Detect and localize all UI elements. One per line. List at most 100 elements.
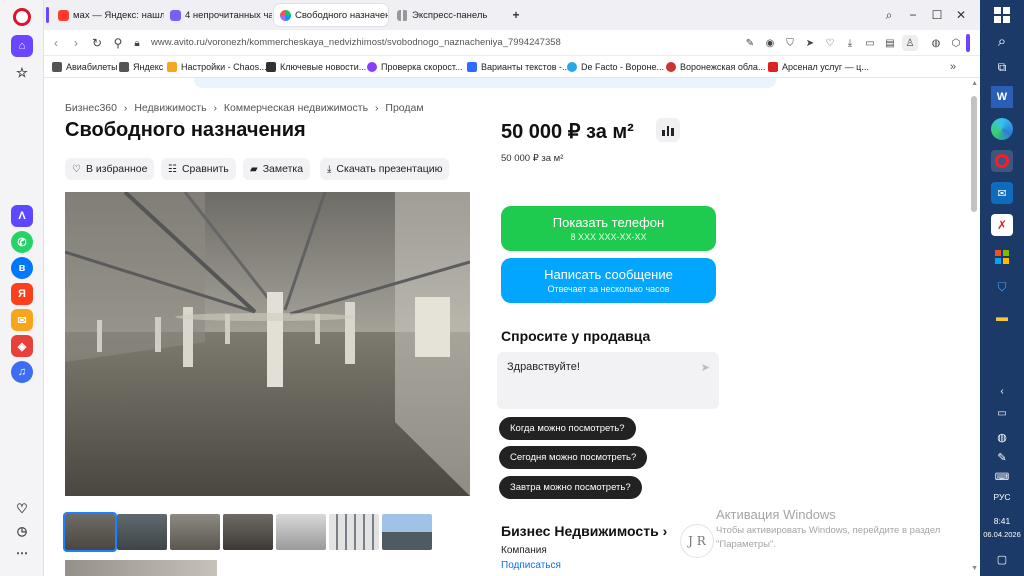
back-icon[interactable]: ‹ <box>48 35 64 51</box>
photo-thumbnail[interactable] <box>223 514 273 550</box>
store-icon[interactable] <box>991 246 1013 268</box>
file-explorer-icon[interactable]: ▬ <box>991 306 1013 328</box>
search-tabs-icon[interactable]: ⌕ <box>880 6 898 24</box>
subscribe-link[interactable]: Подписаться <box>501 560 561 571</box>
tab-yandex[interactable]: мах — Яндекс: нашлось <box>52 4 164 26</box>
opera-taskbar-icon[interactable] <box>991 150 1013 172</box>
quick-question-chip[interactable]: Сегодня можно посмотреть? <box>499 446 648 469</box>
scroll-up-icon[interactable]: ▲ <box>971 80 978 87</box>
photo-thumbnail[interactable] <box>329 514 379 550</box>
reload-icon[interactable]: ↻ <box>89 35 105 51</box>
bookmark-item[interactable]: Варианты текстов -... <box>467 60 569 74</box>
clock-date[interactable]: 06.04.2026 <box>980 530 1024 539</box>
breadcrumb-item[interactable]: Продам <box>385 102 423 114</box>
send-icon[interactable]: ➤ <box>802 35 818 51</box>
bookmark-item[interactable]: Ключевые новости... <box>266 60 366 74</box>
page-scrollbar[interactable]: ▲ ▼ <box>968 78 980 576</box>
breadcrumb-item[interactable]: Недвижимость <box>134 102 206 114</box>
bookmark-item[interactable]: Проверка скорост... <box>367 60 463 74</box>
photo-thumbnail[interactable] <box>170 514 220 550</box>
photo-thumbnail[interactable] <box>382 514 432 550</box>
battery-icon[interactable]: ▭ <box>991 402 1013 424</box>
keyboard-icon[interactable]: ⌨ <box>991 466 1013 488</box>
more-icon[interactable]: ⋯ <box>11 542 33 564</box>
bookmark-item[interactable]: Настройки - Chaos... <box>167 60 267 74</box>
breadcrumb-item[interactable]: Бизнес360 <box>65 102 117 114</box>
edge-icon[interactable] <box>991 118 1013 140</box>
bookmarks-star-icon[interactable]: ☆ <box>11 62 33 84</box>
box-icon[interactable]: ⬡ <box>948 35 964 51</box>
mail-icon[interactable]: ✉ <box>11 309 33 331</box>
pen-icon[interactable]: ✎ <box>991 446 1013 468</box>
compare-button[interactable]: ☷ Сравнить <box>161 158 236 180</box>
seller-name-link[interactable]: Бизнес Недвижимость › <box>501 523 667 539</box>
location-pin-icon[interactable]: ⚲ <box>110 35 126 51</box>
minimize-button[interactable]: − <box>904 6 922 24</box>
windows-start-icon[interactable] <box>991 4 1013 26</box>
yandex-icon[interactable]: Я <box>11 283 33 305</box>
word-icon[interactable]: W <box>991 86 1013 108</box>
tab-avito[interactable]: Свободного назначения <box>274 4 388 26</box>
extensions-icon[interactable]: ▤ <box>882 35 898 51</box>
ask-seller-input[interactable]: Здравствуйте! ➤ <box>497 352 719 409</box>
home-icon[interactable]: ⌂ <box>11 35 33 57</box>
snapshot-icon[interactable]: ◉ <box>762 35 778 51</box>
new-tab-button[interactable]: + <box>507 6 525 24</box>
bookmark-item[interactable]: Авиабилеты <box>52 60 118 74</box>
pdf-icon[interactable]: ✗ <box>991 214 1013 236</box>
note-button[interactable]: ▰ Заметка <box>243 158 311 180</box>
quick-question-chip[interactable]: Завтра можно посмотреть? <box>499 476 642 499</box>
photo-thumbnail[interactable] <box>276 514 326 550</box>
defender-shield-icon[interactable]: ⛉ <box>991 276 1013 298</box>
bookmark-item[interactable]: Арсенал услуг — ц... <box>768 60 869 74</box>
close-window-button[interactable]: ✕ <box>952 6 970 24</box>
opera-menu-icon[interactable] <box>13 8 31 26</box>
history-icon[interactable]: ◷ <box>11 520 33 542</box>
adblock-shield-icon[interactable]: ⛉ <box>782 35 798 51</box>
photo-thumbnail[interactable] <box>117 514 167 550</box>
search-icon[interactable]: ⌕ <box>991 30 1013 52</box>
photo-thumbnail-row-2[interactable] <box>65 560 217 576</box>
app-icon[interactable]: ◈ <box>11 335 33 357</box>
scroll-thumb[interactable] <box>971 96 977 212</box>
vpn-globe-icon[interactable]: ◍ <box>928 35 944 51</box>
bookmarks-overflow-button[interactable]: » <box>950 60 956 74</box>
url-field[interactable]: www.avito.ru/voronezh/kommercheskaya_ned… <box>151 37 561 48</box>
outlook-icon[interactable]: ✉ <box>991 182 1013 204</box>
quick-question-chip[interactable]: Когда можно посмотреть? <box>499 417 636 440</box>
profile-icon[interactable]: ♙ <box>902 35 918 51</box>
tab-chats[interactable]: 4 непрочитанных чата <box>164 4 272 26</box>
write-message-button[interactable]: Написать сообщение Отвечает за несколько… <box>501 258 716 303</box>
favorite-button[interactable]: ♡ В избранное <box>65 158 155 180</box>
task-view-icon[interactable]: ⧉ <box>991 56 1013 78</box>
bookmark-item[interactable]: Яндекс <box>119 60 163 74</box>
send-arrow-icon[interactable]: ➤ <box>701 361 710 374</box>
network-globe-icon[interactable]: ◍ <box>991 426 1013 448</box>
aria-icon[interactable]: Λ <box>11 205 33 227</box>
maximize-button[interactable]: ☐ <box>928 6 946 24</box>
tab-speed-dial[interactable]: Экспресс-панель <box>391 4 501 26</box>
seller-logo[interactable]: J R <box>680 524 714 558</box>
listing-main-photo[interactable] <box>65 192 470 496</box>
favorite-heart-icon[interactable]: ♡ <box>822 35 838 51</box>
scroll-down-icon[interactable]: ▼ <box>971 565 978 572</box>
battery-saver-icon[interactable]: ▭ <box>862 35 878 51</box>
forward-icon[interactable]: › <box>68 35 84 51</box>
download-presentation-button[interactable]: ⤓ Скачать презентацию <box>320 158 450 180</box>
bookmark-item[interactable]: Воронежская обла... <box>666 60 765 74</box>
photo-thumbnail[interactable] <box>65 514 115 550</box>
breadcrumb-item[interactable]: Коммерческая недвижимость <box>224 102 368 114</box>
download-icon[interactable]: ⤓ <box>842 35 858 51</box>
price-stats-button[interactable] <box>656 118 680 142</box>
notifications-icon[interactable]: ▢ <box>991 548 1013 570</box>
show-hidden-icons-icon[interactable]: ‹ <box>991 380 1013 402</box>
bookmark-item[interactable]: De Facto - Вороне... <box>567 60 664 74</box>
vk-icon[interactable]: в <box>11 257 33 279</box>
music-player-icon[interactable]: ♫ <box>11 361 33 383</box>
whatsapp-icon[interactable]: ✆ <box>11 231 33 253</box>
heart-icon[interactable]: ♡ <box>11 498 33 520</box>
show-phone-button[interactable]: Показать телефон 8 XXX XXX-XX-XX <box>501 206 716 251</box>
language-indicator[interactable]: РУС <box>980 492 1024 502</box>
edit-icon[interactable]: ✎ <box>742 35 758 51</box>
lock-icon[interactable]: 🔒︎ <box>129 35 145 51</box>
